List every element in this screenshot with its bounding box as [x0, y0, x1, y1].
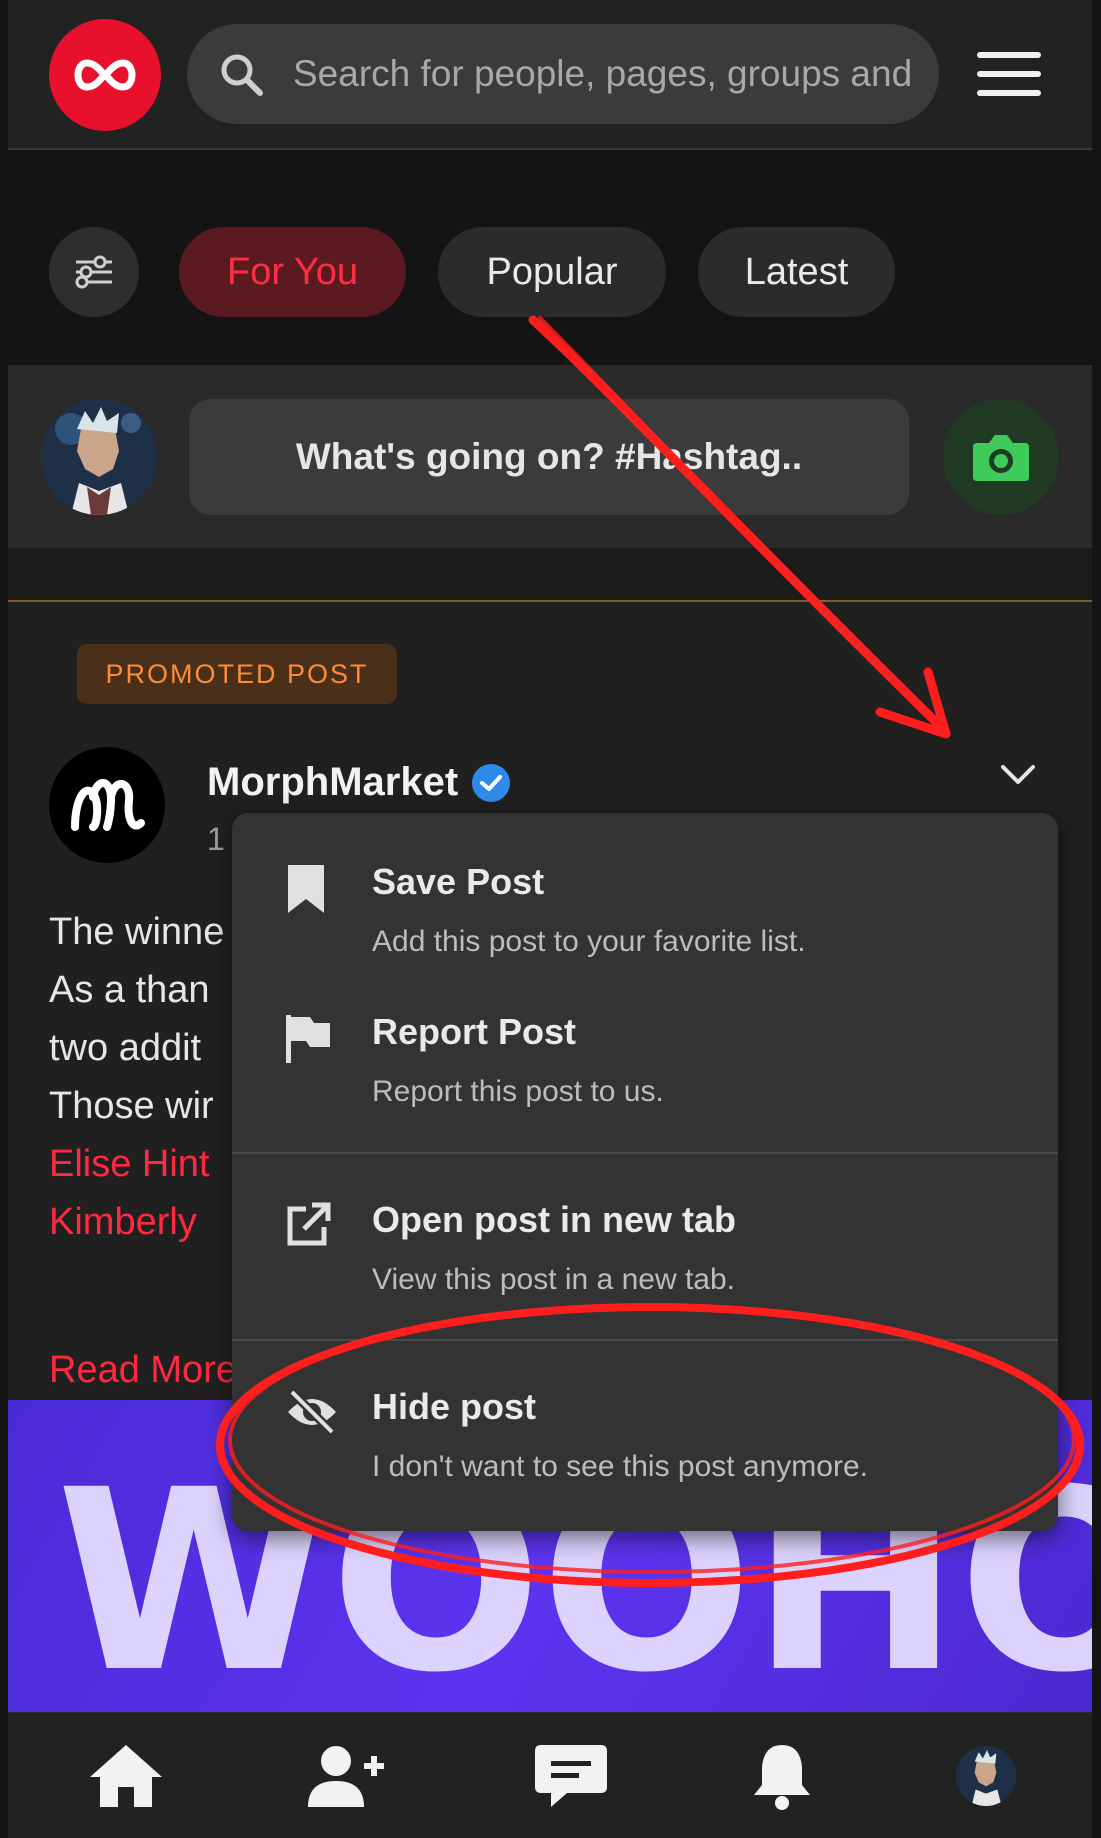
promoted-badge: PROMOTED POST	[77, 644, 397, 704]
tab-popular[interactable]: Popular	[438, 227, 666, 317]
menu-item-title: Report Post	[372, 1011, 577, 1052]
post-body: The winne As a than two addit Those wir …	[49, 903, 224, 1251]
menu-item-report-post[interactable]: Report Post Report this post to us.	[232, 963, 1058, 1113]
read-more-link[interactable]: Read More	[49, 1349, 237, 1392]
composer-input[interactable]: What's going on? #Hashtag..	[189, 399, 909, 515]
post-author-name[interactable]: MorphMarket	[207, 760, 458, 805]
user-mention-link[interactable]: Kimberly	[49, 1193, 224, 1251]
user-avatar-image	[41, 399, 157, 515]
menu-item-open-new-tab[interactable]: Open post in new tab View this post in a…	[232, 1151, 1058, 1301]
search-bar[interactable]: Search for people, pages, groups and #ha…	[187, 24, 939, 124]
external-link-icon	[287, 1202, 331, 1246]
eye-slash-icon	[288, 1388, 336, 1436]
post-author[interactable]: MorphMarket	[207, 760, 511, 805]
notifications-bell-icon[interactable]	[742, 1741, 822, 1811]
tab-for-you[interactable]: For You	[179, 227, 406, 317]
profile-avatar[interactable]	[956, 1746, 1016, 1806]
sliders-icon	[75, 255, 112, 289]
menu-item-description: View this post in a new tab.	[372, 1263, 735, 1296]
tab-latest[interactable]: Latest	[698, 227, 895, 317]
infinity-logo-icon	[74, 59, 136, 91]
menu-item-description: Add this post to your favorite list.	[372, 925, 806, 958]
post-line: As a than	[49, 969, 210, 1011]
app-logo[interactable]	[49, 19, 161, 131]
flag-icon	[286, 1015, 330, 1063]
post-composer: What's going on? #Hashtag..	[8, 365, 1092, 548]
menu-item-title: Open post in new tab	[372, 1199, 737, 1240]
verified-badge-icon	[472, 763, 511, 802]
section-divider	[8, 600, 1092, 602]
app-frame: Search for people, pages, groups and #ha…	[8, 0, 1092, 1838]
menu-item-save-post[interactable]: Save Post Add this post to your favorite…	[232, 813, 1058, 963]
menu-item-title: Hide post	[372, 1386, 537, 1427]
menu-item-hide-post[interactable]: Hide post I don't want to see this post …	[232, 1338, 1058, 1488]
menu-item-description: I don't want to see this post anymore.	[372, 1450, 868, 1483]
post-author-avatar[interactable]	[49, 747, 165, 863]
post-timestamp: 1	[207, 821, 225, 857]
search-icon	[221, 54, 263, 96]
camera-button[interactable]	[943, 399, 1059, 515]
search-input[interactable]: Search for people, pages, groups and #ha…	[293, 53, 913, 95]
add-friend-icon[interactable]	[306, 1741, 386, 1811]
feed-filter-button[interactable]	[49, 227, 139, 317]
post-line: Those wir	[49, 1085, 214, 1127]
chevron-down-icon[interactable]	[1000, 763, 1036, 787]
profile-avatar-image	[956, 1746, 1016, 1806]
top-header: Search for people, pages, groups and #ha…	[8, 0, 1092, 150]
menu-item-description: Report this post to us.	[372, 1075, 664, 1108]
morphmarket-logo-icon	[71, 779, 145, 831]
home-icon[interactable]	[86, 1741, 166, 1811]
post-options-menu: Save Post Add this post to your favorite…	[232, 813, 1058, 1531]
menu-item-title: Save Post	[372, 861, 545, 902]
post-line: two addit	[49, 1027, 202, 1069]
feed-tabs: For You Popular Latest	[8, 150, 1092, 365]
user-mention-link[interactable]: Elise Hint	[49, 1135, 224, 1193]
messages-icon[interactable]	[531, 1741, 611, 1811]
bookmark-icon	[288, 865, 324, 913]
hamburger-menu-icon[interactable]	[977, 52, 1041, 96]
camera-icon	[973, 435, 1029, 481]
bottom-navigation	[8, 1712, 1092, 1838]
post-line: The winne	[49, 911, 225, 953]
user-avatar[interactable]	[41, 399, 157, 515]
